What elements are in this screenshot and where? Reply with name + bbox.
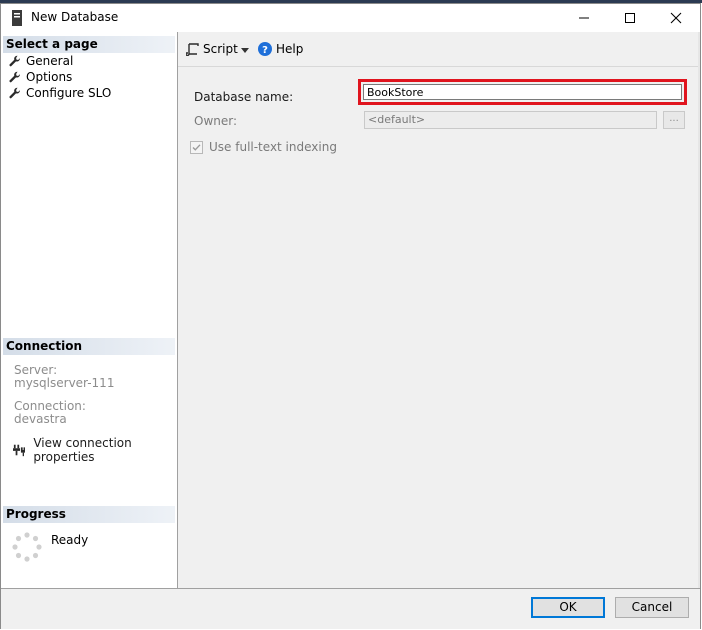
database-name-input[interactable]	[363, 84, 682, 100]
connection-label: Connection:	[14, 399, 86, 413]
title-bar: New Database	[1, 4, 700, 32]
minimize-icon	[579, 17, 589, 19]
page-item-label: Options	[26, 70, 73, 84]
button-bar: OK Cancel	[1, 588, 700, 629]
maximize-icon	[625, 13, 635, 23]
window-title: New Database	[31, 10, 119, 24]
owner-label: Owner:	[194, 114, 238, 128]
close-icon	[670, 12, 682, 24]
ok-button[interactable]: OK	[531, 597, 605, 618]
minimize-button[interactable]	[561, 4, 607, 32]
page-item-label: General	[26, 54, 74, 68]
fulltext-indexing-checkbox: Use full-text indexing	[190, 140, 337, 154]
general-page: Script ? Help Database name: Owner: <def…	[178, 32, 698, 588]
wrench-icon	[9, 55, 20, 67]
select-page-header: Select a page	[3, 36, 175, 53]
wrench-icon	[9, 87, 20, 99]
script-dropdown-arrow[interactable]	[241, 48, 249, 53]
wrench-icon	[9, 71, 20, 83]
connection-value: devastra	[14, 412, 67, 426]
fulltext-indexing-label: Use full-text indexing	[209, 140, 337, 154]
connection-header: Connection	[3, 338, 175, 355]
check-icon	[192, 143, 201, 151]
page-item-configure-slo[interactable]: Configure SLO	[9, 85, 111, 101]
database-name-label: Database name:	[194, 90, 294, 104]
view-connection-properties-label: View connection properties	[33, 436, 132, 464]
page-item-options[interactable]: Options	[9, 69, 72, 85]
owner-field: <default>	[364, 111, 657, 129]
toolbar: Script ? Help	[178, 32, 698, 67]
owner-browse-button: ...	[663, 111, 685, 129]
maximize-button[interactable]	[607, 4, 653, 32]
progress-status: Ready	[51, 533, 89, 547]
plug-icon	[13, 444, 26, 457]
script-button[interactable]: Script	[186, 42, 238, 56]
pane-edge	[698, 32, 700, 588]
progress-header: Progress	[3, 506, 175, 523]
help-label: Help	[276, 42, 304, 56]
database-icon	[12, 10, 22, 26]
view-connection-properties-link[interactable]: View connection properties	[13, 436, 177, 464]
page-item-label: Configure SLO	[26, 86, 112, 100]
new-database-dialog: New Database Select a page General Optio…	[0, 3, 701, 629]
progress-spinner-icon	[12, 532, 42, 562]
left-pane: Select a page General Options Configure …	[1, 32, 178, 588]
cancel-button[interactable]: Cancel	[615, 597, 689, 618]
help-icon: ?	[258, 42, 272, 56]
checkbox-box	[190, 140, 203, 154]
script-label: Script	[203, 42, 238, 56]
page-item-general[interactable]: General	[9, 53, 73, 69]
script-icon	[186, 42, 199, 56]
svg-text:?: ?	[262, 45, 268, 56]
close-button[interactable]	[653, 4, 699, 32]
server-value: mysqlserver-111	[14, 376, 115, 390]
server-label: Server:	[14, 363, 58, 377]
help-button[interactable]: ? Help	[258, 42, 303, 56]
